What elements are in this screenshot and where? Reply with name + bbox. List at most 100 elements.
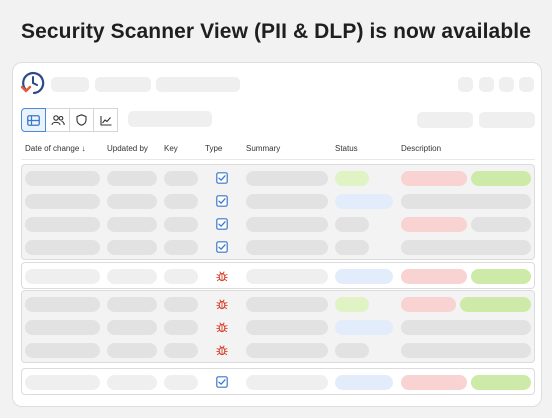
date-cell-placeholder	[25, 375, 100, 390]
checkbox-icon	[216, 218, 228, 230]
updated-by-cell-placeholder	[107, 269, 157, 284]
key-cell-placeholder	[164, 217, 198, 232]
action-placeholder[interactable]	[499, 77, 514, 92]
status-badge	[335, 194, 393, 209]
date-cell-placeholder	[25, 171, 100, 186]
summary-cell-placeholder	[246, 194, 328, 209]
toolbar-placeholder[interactable]	[479, 112, 535, 128]
date-cell-placeholder	[25, 240, 100, 255]
column-header-updated-by[interactable]: Updated by	[107, 144, 148, 153]
summary-cell-placeholder	[246, 240, 328, 255]
description-tag	[471, 217, 531, 232]
filter-placeholder[interactable]	[128, 111, 212, 127]
updated-by-cell-placeholder	[107, 375, 157, 390]
checkbox-icon	[216, 172, 228, 184]
description-tag	[460, 297, 531, 312]
table-row[interactable]	[22, 339, 534, 362]
updated-by-cell-placeholder	[107, 194, 157, 209]
checkbox-icon	[216, 241, 228, 253]
table-row[interactable]	[22, 167, 534, 190]
table-row[interactable]	[22, 371, 534, 394]
chart-view-button[interactable]	[93, 108, 118, 132]
nav-placeholder[interactable]	[95, 77, 151, 92]
table-row[interactable]	[22, 316, 534, 339]
table-icon	[27, 114, 40, 126]
date-cell-placeholder	[25, 217, 100, 232]
description-cell-placeholder	[401, 240, 531, 255]
clock-history-icon	[20, 71, 45, 95]
description-tag	[401, 269, 467, 284]
toolbar-placeholder[interactable]	[417, 112, 473, 128]
column-header-date[interactable]: Date of change ↓	[25, 144, 85, 153]
table-row[interactable]	[22, 190, 534, 213]
table-view-button[interactable]	[21, 108, 46, 132]
key-cell-placeholder	[164, 171, 198, 186]
description-tag	[401, 217, 467, 232]
row-group	[21, 262, 535, 289]
description-tag	[471, 171, 531, 186]
column-header-summary[interactable]: Summary	[246, 144, 280, 153]
status-badge	[335, 343, 369, 358]
table-row[interactable]	[22, 213, 534, 236]
key-cell-placeholder	[164, 375, 198, 390]
date-cell-placeholder	[25, 269, 100, 284]
nav-placeholder[interactable]	[156, 77, 240, 92]
date-cell-placeholder	[25, 194, 100, 209]
key-cell-placeholder	[164, 269, 198, 284]
column-header-key[interactable]: Key	[164, 144, 178, 153]
status-badge	[335, 297, 369, 312]
key-cell-placeholder	[164, 194, 198, 209]
description-tag	[401, 297, 456, 312]
table-row[interactable]	[22, 236, 534, 259]
description-tag	[471, 375, 531, 390]
column-header-status[interactable]: Status	[335, 144, 358, 153]
column-header-type[interactable]: Type	[205, 144, 222, 153]
view-switcher	[21, 108, 212, 132]
description-tag	[401, 375, 467, 390]
action-placeholder[interactable]	[458, 77, 473, 92]
summary-cell-placeholder	[246, 171, 328, 186]
trend-chart-icon	[99, 115, 111, 126]
table-row[interactable]	[22, 293, 534, 316]
headline: Security Scanner View (PII & DLP) is now…	[21, 20, 531, 43]
bug-icon	[216, 271, 228, 282]
updated-by-cell-placeholder	[107, 297, 157, 312]
date-cell-placeholder	[25, 320, 100, 335]
action-placeholder[interactable]	[479, 77, 494, 92]
column-header-description[interactable]: Description	[401, 144, 441, 153]
summary-cell-placeholder	[246, 343, 328, 358]
updated-by-cell-placeholder	[107, 320, 157, 335]
description-cell-placeholder	[401, 320, 531, 335]
status-badge	[335, 240, 369, 255]
action-placeholder[interactable]	[519, 77, 534, 92]
row-group	[21, 290, 535, 363]
updated-by-cell-placeholder	[107, 217, 157, 232]
status-badge	[335, 375, 393, 390]
nav-placeholder[interactable]	[51, 77, 89, 92]
table-row[interactable]	[22, 265, 534, 288]
summary-cell-placeholder	[246, 217, 328, 232]
table-header: Date of change ↓ Updated by Key Type Sum…	[21, 138, 535, 160]
description-tag	[401, 171, 467, 186]
updated-by-cell-placeholder	[107, 343, 157, 358]
status-badge	[335, 171, 369, 186]
summary-cell-placeholder	[246, 375, 328, 390]
bug-icon	[216, 322, 228, 333]
description-cell-placeholder	[401, 194, 531, 209]
top-bar	[13, 63, 541, 105]
bug-icon	[216, 345, 228, 356]
app-window: Date of change ↓ Updated by Key Type Sum…	[12, 62, 542, 407]
shield-view-button[interactable]	[69, 108, 94, 132]
checkbox-icon	[216, 376, 228, 388]
status-badge	[335, 320, 393, 335]
date-cell-placeholder	[25, 297, 100, 312]
key-cell-placeholder	[164, 240, 198, 255]
key-cell-placeholder	[164, 297, 198, 312]
description-cell-placeholder	[401, 343, 531, 358]
status-badge	[335, 217, 369, 232]
status-badge	[335, 269, 393, 284]
users-view-button[interactable]	[45, 108, 70, 132]
checkbox-icon	[216, 195, 228, 207]
shield-icon	[76, 114, 87, 126]
bug-icon	[216, 299, 228, 310]
